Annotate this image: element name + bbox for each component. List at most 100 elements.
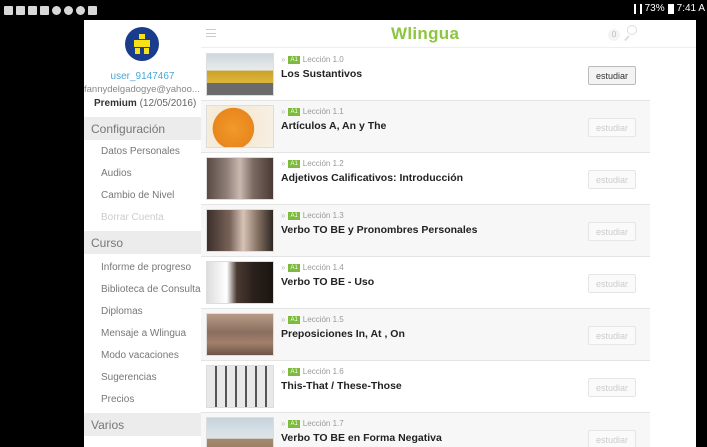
lesson-number-text: Lección 1.7 [302,419,344,428]
lesson-number: » A1 Lección 1.0 [281,55,344,64]
lesson-thumbnail-building [206,365,274,408]
app-icon [52,5,61,15]
sidebar: user_9147467 fannydelgadogye@yahoo... Pr… [84,20,201,447]
lesson-row[interactable]: » A1 Lección 1.2 Adjetivos Calificativos: … [201,153,650,205]
lesson-number-text: Lección 1.0 [302,55,344,64]
study-button[interactable]: estudiar [588,378,636,397]
notification-icons [0,5,97,15]
search-icon[interactable] [624,25,638,41]
study-button[interactable]: estudiar [588,170,636,189]
lesson-thumbnail-orange [206,105,274,148]
lesson-list: » A1 Lección 1.0 Los Sustantivos estudiar … [201,49,650,447]
level-badge: A1 [288,159,300,168]
lesson-number: » A1 Lección 1.4 [281,263,344,272]
double-chevron-icon: » [281,315,286,324]
sidebar-item-mensaje[interactable]: Mensaje a Wlingua [101,328,186,339]
study-button[interactable]: estudiar [588,326,636,345]
double-chevron-icon: » [281,159,286,168]
lesson-thumbnail-room [206,313,274,356]
sidebar-item-informe-de-progreso[interactable]: Informe de progreso [101,262,191,273]
level-badge: A1 [288,263,300,272]
double-chevron-icon: » [281,367,286,376]
double-chevron-icon: » [281,107,286,116]
app-icon [64,5,73,15]
lesson-title: Verbo TO BE y Pronombres Personales [281,224,478,236]
username: user_9147467 [110,71,175,82]
battery-icon [667,3,674,14]
sidebar-item-modo-vacaciones[interactable]: Modo vacaciones [101,350,179,361]
signal-icon [633,3,642,14]
lesson-row[interactable]: » A1 Lección 1.4 Verbo TO BE - Uso estudia… [201,257,650,309]
lesson-title: Verbo TO BE - Uso [281,276,375,288]
study-button[interactable]: estudiar [588,430,636,447]
level-badge: A1 [288,315,300,324]
lesson-number-text: Lección 1.4 [302,263,344,272]
study-button[interactable]: estudiar [588,66,636,85]
lesson-row[interactable]: » A1 Lección 1.0 Los Sustantivos estudiar [201,49,650,101]
lesson-number: » A1 Lección 1.5 [281,315,344,324]
lesson-title: Artículos A, An y The [281,120,387,132]
clock: 7:41 A [676,3,705,14]
sidebar-item-diplomas[interactable]: Diplomas [101,306,143,317]
section-curso: Curso [84,231,201,254]
level-badge: A1 [288,55,300,64]
lesson-number: » A1 Lección 1.7 [281,419,344,428]
lesson-row[interactable]: » A1 Lección 1.1 Artículos A, An y The est… [201,101,650,153]
lesson-number: » A1 Lección 1.2 [281,159,344,168]
plan-info: Premium (12/05/2016) [94,98,196,109]
lesson-title: Preposiciones In, At , On [281,328,405,340]
mail-icon [16,5,25,15]
avatar[interactable] [125,27,159,61]
lesson-number: » A1 Lección 1.3 [281,211,344,220]
study-button[interactable]: estudiar [588,222,636,241]
app-window: user_9147467 fannydelgadogye@yahoo... Pr… [0,20,707,447]
robot-icon [132,34,152,54]
user-email: fannydelgadogye@yahoo... [84,84,200,95]
lesson-number-text: Lección 1.2 [302,159,344,168]
lesson-number-text: Lección 1.6 [302,367,344,376]
level-badge: A1 [288,367,300,376]
sidebar-item-borrar-cuenta[interactable]: Borrar Cuenta [101,212,164,223]
double-chevron-icon: » [281,419,286,428]
level-badge: A1 [288,211,300,220]
section-varios: Varios [84,413,201,436]
lesson-row[interactable]: » A1 Lección 1.5 Preposiciones In, At , On… [201,309,650,361]
sidebar-item-sugerencias[interactable]: Sugerencias [101,372,157,383]
image-icon [88,5,97,15]
lesson-row[interactable]: » A1 Lección 1.7 Verbo TO BE en Forma Nega… [201,413,650,447]
level-badge: A1 [288,107,300,116]
mail-icon [4,5,13,15]
plan-label: Premium [94,98,137,109]
sidebar-item-audios[interactable]: Audios [101,168,132,179]
lesson-title: Verbo TO BE en Forma Negativa [281,432,442,444]
lesson-row[interactable]: » A1 Lección 1.3 Verbo TO BE y Pronombres … [201,205,650,257]
level-badge: A1 [288,419,300,428]
image-icon [28,5,37,15]
status-right: 73% 7:41 A [633,3,705,14]
lesson-number-text: Lección 1.5 [302,315,344,324]
lesson-thumbnail-tower [206,417,274,447]
app-icon [76,5,85,15]
lesson-number-text: Lección 1.1 [302,107,344,116]
app-icon [40,5,49,15]
lesson-title: Adjetivos Calificativos: Introducción [281,172,464,184]
lesson-thumbnail-car [206,53,274,96]
lesson-number: » A1 Lección 1.6 [281,367,344,376]
lesson-row[interactable]: » A1 Lección 1.6 This-That / These-Those e… [201,361,650,413]
sidebar-item-datos-personales[interactable]: Datos Personales [101,146,180,157]
wlingua-logo: Wlingua [391,24,460,43]
top-bar: Wlingua 0 [201,20,696,48]
wlingua-screen: user_9147467 fannydelgadogye@yahoo... Pr… [84,20,696,447]
double-chevron-icon: » [281,263,286,272]
study-button[interactable]: estudiar [588,118,636,137]
study-button[interactable]: estudiar [588,274,636,293]
sidebar-item-biblioteca[interactable]: Biblioteca de Consulta [101,284,201,295]
notification-badge[interactable]: 0 [608,29,620,41]
double-chevron-icon: » [281,55,286,64]
menu-icon[interactable] [206,29,216,37]
lesson-thumbnail-family [206,157,274,200]
status-bar: 73% 7:41 A [0,0,707,20]
sidebar-item-precios[interactable]: Precios [101,394,134,405]
plan-date: (12/05/2016) [139,98,197,109]
sidebar-item-cambio-de-nivel[interactable]: Cambio de Nivel [101,190,174,201]
